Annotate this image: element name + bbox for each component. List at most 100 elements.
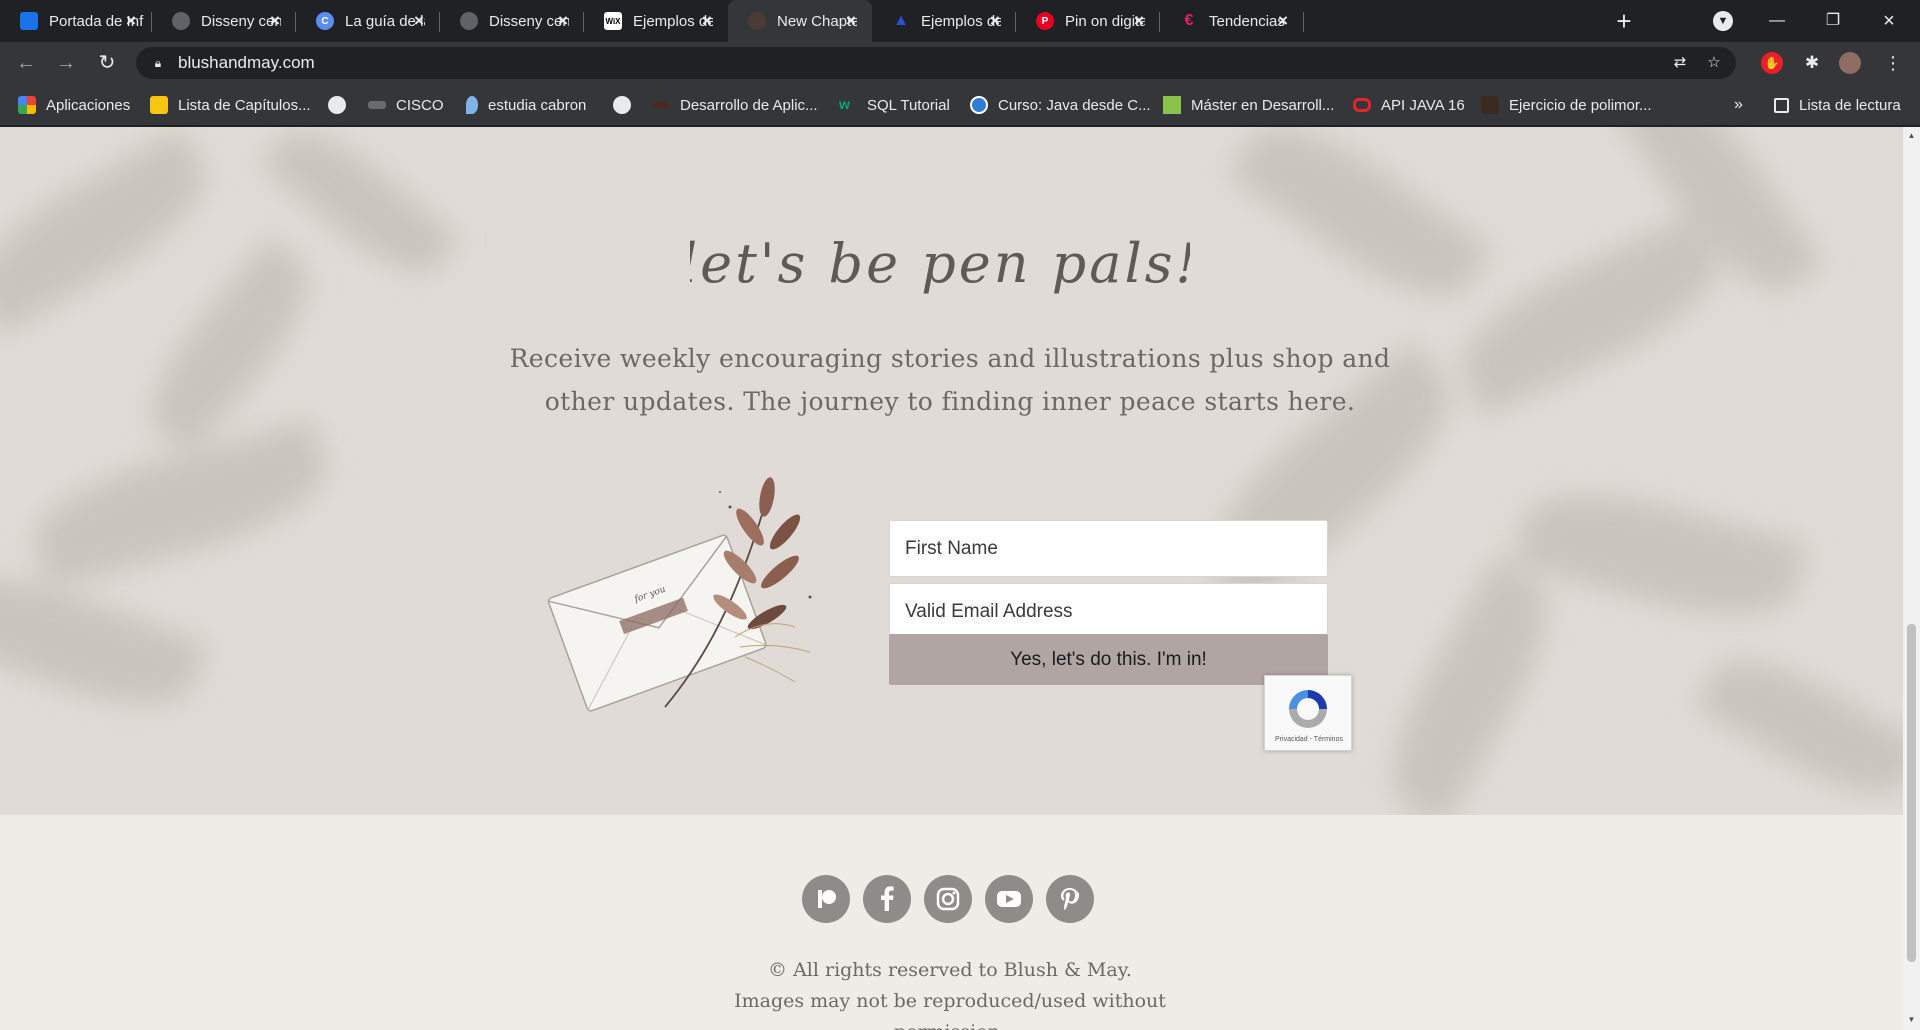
pinterest-icon: P <box>1036 12 1054 30</box>
instagram-icon[interactable] <box>924 875 972 923</box>
close-tab-icon[interactable]: × <box>842 12 860 30</box>
bookmark-globe-1[interactable] <box>328 95 346 115</box>
recaptcha-links[interactable]: Privacidad - Términos <box>1265 736 1353 743</box>
close-tab-icon[interactable]: × <box>1130 12 1148 30</box>
reading-list-icon <box>1774 97 1789 113</box>
reload-icon[interactable]: ↻ <box>95 51 119 75</box>
bookmark-label: estudia cabron <box>488 96 587 114</box>
tab-new-chapter[interactable]: New Chapter | × <box>728 0 872 42</box>
bookmark-label: SQL Tutorial <box>867 96 950 114</box>
email-input[interactable] <box>889 583 1328 640</box>
tab-la-guia[interactable]: C La guía de la je × <box>296 0 440 42</box>
tab-ejemplos-2[interactable]: ▲ Ejemplos de p × <box>872 0 1016 42</box>
water-drop-icon <box>466 96 478 114</box>
bookmark-globe-2[interactable] <box>613 95 631 115</box>
tab-ejemplos-1[interactable]: WiX Ejemplos de cc × <box>584 0 728 42</box>
close-tab-icon[interactable]: × <box>554 12 572 30</box>
subscribe-button[interactable]: Yes, let's do this. I'm in! <box>889 634 1328 685</box>
bookmark-label: Aplicaciones <box>46 96 131 114</box>
bookmark-label: Ejercicio de polimor... <box>1509 96 1652 114</box>
pinterest-icon[interactable] <box>1046 875 1094 923</box>
dark-avatar-icon <box>1481 96 1499 114</box>
bookmark-star-icon[interactable]: ☆ <box>1704 53 1724 73</box>
youtube-icon[interactable] <box>985 875 1033 923</box>
apps-grid-icon <box>18 96 36 114</box>
copyright-line-2: Images may not be reproduced/used withou… <box>734 990 1166 1012</box>
tab-search-icon[interactable]: ▼ <box>1713 11 1733 31</box>
copyright-line-3: permission. <box>700 1017 1200 1030</box>
bookmark-ejercicio[interactable]: Ejercicio de polimor... <box>1481 95 1652 115</box>
bookmark-aplicaciones[interactable]: Aplicaciones <box>18 95 130 115</box>
page-scrollbar[interactable]: ▲ ▼ <box>1903 127 1920 1030</box>
bookmark-master[interactable]: Máster en Desarroll... <box>1163 95 1334 115</box>
copyright-notice: © All rights reserved to Blush & May. Im… <box>700 955 1200 1030</box>
social-links <box>802 875 1094 923</box>
bookmark-api-java[interactable]: API JAVA 16 <box>1353 95 1465 115</box>
address-bar[interactable]: 🔒︎ blushandmay.com ⇄ ☆ <box>136 47 1736 79</box>
menu-kebab-icon[interactable]: ⋮ <box>1882 52 1904 74</box>
envelope-illustration: for you <box>547 477 812 712</box>
restore-icon[interactable]: ❐ <box>1808 6 1858 36</box>
url-text[interactable]: blushandmay.com <box>178 53 315 73</box>
tab-pin-on-digital[interactable]: P Pin on digital × <box>1016 0 1160 42</box>
bookmark-estudia[interactable]: estudia cabron <box>466 95 586 115</box>
tab-disseny-1[interactable]: Disseny centra × <box>152 0 296 42</box>
tab-tendencias[interactable]: € Tendencias en × <box>1160 0 1304 42</box>
close-tab-icon[interactable]: × <box>410 12 428 30</box>
scroll-up-arrow-icon[interactable]: ▲ <box>1907 131 1916 140</box>
graduation-cap-icon: ▲ <box>893 12 909 29</box>
bookmark-label: CISCO <box>396 96 444 114</box>
close-tab-icon[interactable]: × <box>1274 12 1292 30</box>
bookmark-label: Lista de Capítulos... <box>178 96 311 114</box>
leaf-shadow <box>1227 127 1493 324</box>
translate-icon[interactable]: ⇄ <box>1670 53 1690 73</box>
back-arrow-icon[interactable]: ← <box>14 51 38 75</box>
facebook-icon[interactable] <box>863 875 911 923</box>
site-favicon-icon <box>748 12 766 30</box>
bookmark-desarrollo[interactable]: Desarrollo de Aplic... <box>652 95 818 115</box>
forward-arrow-icon[interactable]: → <box>54 51 78 75</box>
leaf-shadow <box>0 128 226 336</box>
script-heading: let's be pen pals! <box>690 232 1190 295</box>
profile-avatar[interactable] <box>1839 52 1861 74</box>
leaf-shadow <box>1512 472 1808 637</box>
site-footer: © All rights reserved to Blush & May. Im… <box>0 815 1903 1030</box>
tab-strip: Portada de Inf × Disseny centra × C La g… <box>0 0 1920 42</box>
close-window-icon[interactable]: × <box>1864 6 1914 36</box>
bookmark-cisco[interactable]: CISCO <box>368 95 444 115</box>
globe-icon <box>328 96 346 114</box>
recaptcha-badge[interactable]: Privacidad - Términos <box>1264 675 1352 751</box>
new-tab-button[interactable]: + <box>1611 8 1637 34</box>
reading-list-button[interactable]: Lista de lectura <box>1774 95 1901 115</box>
copyright-line-1: © All rights reserved to Blush & May. <box>768 959 1132 981</box>
minimize-icon[interactable]: — <box>1752 6 1802 36</box>
close-tab-icon[interactable]: × <box>698 12 716 30</box>
extensions-puzzle-icon[interactable]: ✱ <box>1801 52 1823 74</box>
bookmark-curso-java[interactable]: Curso: Java desde C... <box>970 95 1151 115</box>
bookmark-sql-tutorial[interactable]: w SQL Tutorial <box>839 95 950 115</box>
close-tab-icon[interactable]: × <box>122 12 140 30</box>
bookmark-lista-capitulos[interactable]: Lista de Capítulos... <box>150 95 311 115</box>
scroll-down-arrow-icon[interactable]: ▼ <box>1907 1015 1916 1024</box>
close-tab-icon[interactable]: × <box>266 12 284 30</box>
leaf-shadow <box>1694 637 1903 815</box>
bookmarks-overflow-button[interactable]: » <box>1734 95 1743 115</box>
blue-circle-icon <box>970 96 988 114</box>
patreon-icon[interactable] <box>802 875 850 923</box>
tab-disseny-2[interactable]: Disseny centra × <box>440 0 584 42</box>
tab-portada[interactable]: Portada de Inf × <box>0 0 152 42</box>
scrollbar-thumb[interactable] <box>1907 624 1916 962</box>
bookmark-label: Curso: Java desde C... <box>998 96 1151 114</box>
pink-c-icon: € <box>1184 12 1194 29</box>
oracle-icon <box>1353 98 1371 112</box>
bookmark-label: Máster en Desarroll... <box>1191 96 1335 114</box>
adblock-extension-icon[interactable]: ✋ <box>1761 52 1783 74</box>
leaf-shadow <box>0 555 208 729</box>
close-tab-icon[interactable]: × <box>986 12 1004 30</box>
bookmarks-bar: Aplicaciones Lista de Capítulos... CISCO… <box>0 84 1920 126</box>
first-name-input[interactable] <box>889 520 1328 577</box>
w3-icon: w <box>839 96 850 112</box>
browser-toolbar: ← → ↻ 🔒︎ blushandmay.com ⇄ ☆ ✋ ✱ ⋮ <box>0 42 1920 84</box>
lock-icon[interactable]: 🔒︎ <box>150 55 166 71</box>
leaf-shadow <box>1443 212 1737 417</box>
